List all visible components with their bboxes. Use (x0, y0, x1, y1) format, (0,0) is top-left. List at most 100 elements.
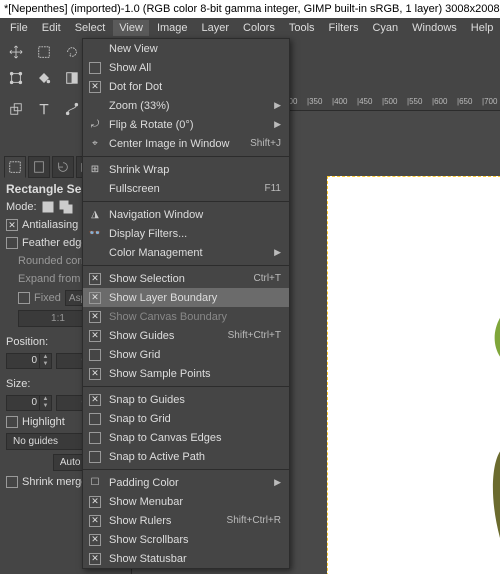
menu-file[interactable]: File (4, 20, 34, 36)
menu-item-show-menubar[interactable]: Show Menubar (83, 492, 289, 511)
menu-item-icon (87, 413, 103, 425)
menu-item-dot-for-dot[interactable]: Dot for Dot (83, 77, 289, 96)
menu-cyan[interactable]: Cyan (366, 20, 404, 36)
menu-item-show-rulers[interactable]: Show RulersShift+Ctrl+R (83, 511, 289, 530)
menu-item-label: Show Rulers (109, 515, 221, 527)
ruler-tick: |350 (307, 97, 322, 106)
menu-item-padding-color[interactable]: ☐ Padding Color ▶ (83, 473, 289, 492)
menu-item-label: Snap to Active Path (109, 451, 281, 463)
menu-checkbox-icon (89, 432, 101, 444)
menu-select[interactable]: Select (69, 20, 112, 36)
menu-item-flip-rotate-0[interactable]: ⤾Flip & Rotate (0°)▶ (83, 115, 289, 134)
menu-item-show-selection[interactable]: Show SelectionCtrl+T (83, 269, 289, 288)
menu-item-icon: ⊞ (87, 164, 103, 175)
menu-item-navigation-window[interactable]: ◮Navigation Window (83, 205, 289, 224)
menu-item-snap-to-active-path[interactable]: Snap to Active Path (83, 447, 289, 466)
tool-options-tab-icon[interactable] (4, 156, 26, 178)
menu-checkbox-icon (89, 451, 101, 463)
path-tool-icon[interactable] (62, 99, 82, 119)
menu-item-icon (87, 273, 103, 285)
menu-tools[interactable]: Tools (283, 20, 321, 36)
plant-image-content (358, 257, 500, 574)
antialiasing-checkbox[interactable] (6, 219, 18, 231)
menu-item-center-image-in-window[interactable]: ⌖Center Image in WindowShift+J (83, 134, 289, 153)
bucket-tool-icon[interactable] (34, 68, 54, 88)
transform-tool-icon[interactable] (6, 68, 26, 88)
menu-item-icon: ☐ (87, 477, 103, 488)
menu-edit[interactable]: Edit (36, 20, 67, 36)
menu-item-label: Show Statusbar (109, 553, 281, 565)
menu-view[interactable]: View (113, 20, 149, 36)
rect-select-tool-icon[interactable] (34, 42, 54, 62)
menubar: FileEditSelectViewImageLayerColorsToolsF… (0, 18, 500, 38)
menu-item-icon (87, 451, 103, 463)
menu-item-icon (87, 496, 103, 508)
menu-item-show-grid[interactable]: Show Grid (83, 345, 289, 364)
image-surface (327, 176, 500, 574)
gradient-tool-icon[interactable] (62, 68, 82, 88)
menu-image[interactable]: Image (151, 20, 194, 36)
menu-checkbox-icon (89, 330, 101, 342)
window-titlebar: *[Nepenthes] (imported)-1.0 (RGB color 8… (0, 0, 500, 18)
menu-windows[interactable]: Windows (406, 20, 463, 36)
menu-item-icon (87, 311, 103, 323)
menu-item-fullscreen[interactable]: FullscreenF11 (83, 179, 289, 198)
mode-add-icon[interactable] (59, 200, 73, 214)
menu-checkbox-icon (89, 311, 101, 323)
menu-item-label: Padding Color (109, 477, 268, 489)
menu-item-show-scrollbars[interactable]: Show Scrollbars (83, 530, 289, 549)
menu-item-icon: ⤾ (87, 119, 103, 130)
ruler-tick: |450 (357, 97, 372, 106)
menu-item-color-management[interactable]: Color Management▶ (83, 243, 289, 262)
menu-separator (83, 156, 289, 157)
mode-replace-icon[interactable] (41, 200, 55, 214)
text-tool-icon[interactable] (34, 99, 54, 119)
submenu-arrow-icon: ▶ (274, 477, 281, 488)
menu-item-label: Show Layer Boundary (109, 292, 281, 304)
menu-item-show-sample-points[interactable]: Show Sample Points (83, 364, 289, 383)
menu-checkbox-icon (89, 394, 101, 406)
menu-item-snap-to-grid[interactable]: Snap to Grid (83, 409, 289, 428)
menu-item-icon (87, 368, 103, 380)
history-tab-icon[interactable] (52, 156, 74, 178)
menu-item-icon: 👓 (87, 228, 103, 239)
clone-tool-icon[interactable] (6, 99, 26, 119)
ruler-tick: |550 (407, 97, 422, 106)
menu-checkbox-icon (89, 368, 101, 380)
pos-x-spinner[interactable]: 0▲▼ (6, 353, 52, 369)
menu-item-snap-to-canvas-edges[interactable]: Snap to Canvas Edges (83, 428, 289, 447)
menu-item-new-view[interactable]: New View (83, 39, 289, 58)
menu-checkbox-icon (89, 273, 101, 285)
menu-checkbox-icon (89, 496, 101, 508)
menu-checkbox-icon (89, 62, 101, 74)
menu-item-show-guides[interactable]: Show GuidesShift+Ctrl+T (83, 326, 289, 345)
menu-item-icon (87, 292, 103, 304)
menu-item-display-filters[interactable]: 👓Display Filters... (83, 224, 289, 243)
menu-item-show-statusbar[interactable]: Show Statusbar (83, 549, 289, 568)
move-tool-icon[interactable] (6, 42, 26, 62)
freeselect-tool-icon[interactable] (62, 42, 82, 62)
fixed-checkbox[interactable] (18, 292, 30, 304)
size-w-spinner[interactable]: 0▲▼ (6, 395, 52, 411)
menu-separator (83, 386, 289, 387)
menu-item-zoom-33[interactable]: Zoom (33%)▶ (83, 96, 289, 115)
menu-item-shrink-wrap[interactable]: ⊞Shrink Wrap (83, 160, 289, 179)
menu-item-icon: ◮ (87, 209, 103, 220)
feather-checkbox[interactable] (6, 237, 18, 249)
menu-item-icon: ⌖ (87, 138, 103, 149)
menu-item-accelerator: F11 (265, 183, 282, 194)
position-label: Position: (6, 336, 48, 348)
highlight-checkbox[interactable] (6, 416, 18, 428)
menu-filters[interactable]: Filters (323, 20, 365, 36)
menu-help[interactable]: Help (465, 20, 500, 36)
menu-colors[interactable]: Colors (237, 20, 281, 36)
menu-item-icon (87, 394, 103, 406)
menu-item-snap-to-guides[interactable]: Snap to Guides (83, 390, 289, 409)
menu-layer[interactable]: Layer (196, 20, 236, 36)
devices-tab-icon[interactable] (28, 156, 50, 178)
menu-checkbox-icon (89, 515, 101, 527)
menu-item-show-all[interactable]: Show All (83, 58, 289, 77)
menu-item-show-layer-boundary[interactable]: Show Layer Boundary (83, 288, 289, 307)
ruler-tick: |600 (432, 97, 447, 106)
shrink-merged-checkbox[interactable] (6, 476, 18, 488)
